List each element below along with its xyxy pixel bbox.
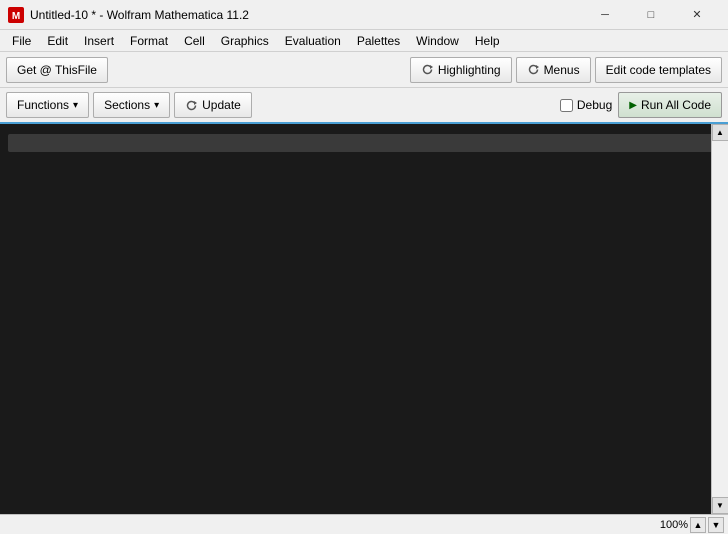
menu-graphics[interactable]: Graphics xyxy=(213,30,277,51)
close-button[interactable]: ✕ xyxy=(674,0,720,30)
get-thisfile-label: Get @ ThisFile xyxy=(17,63,97,77)
main-content-area: ▲ ▼ xyxy=(0,124,728,514)
zoom-level: 100% xyxy=(660,519,688,531)
menu-palettes[interactable]: Palettes xyxy=(349,30,408,51)
zoom-up-button[interactable]: ▲ xyxy=(690,517,706,533)
refresh-icon-2 xyxy=(527,63,540,76)
maximize-button[interactable]: □ xyxy=(628,0,674,30)
minimize-button[interactable]: ─ xyxy=(582,0,628,30)
sections-button[interactable]: Sections xyxy=(93,92,170,118)
sections-label: Sections xyxy=(104,98,150,112)
update-button[interactable]: Update xyxy=(174,92,252,118)
title-bar: M Untitled-10 * - Wolfram Mathematica 11… xyxy=(0,0,728,30)
menu-insert[interactable]: Insert xyxy=(76,30,122,51)
toolbar-1: Get @ ThisFile Highlighting Menus Edit c… xyxy=(0,52,728,88)
window-controls: ─ □ ✕ xyxy=(582,0,720,30)
edit-code-templates-label: Edit code templates xyxy=(606,63,711,77)
scroll-track[interactable] xyxy=(712,141,728,497)
window-title: Untitled-10 * - Wolfram Mathematica 11.2 xyxy=(30,8,582,22)
menus-label: Menus xyxy=(544,63,580,77)
svg-text:M: M xyxy=(12,11,20,22)
highlighting-button[interactable]: Highlighting xyxy=(410,57,512,83)
menu-edit[interactable]: Edit xyxy=(39,30,76,51)
menu-help[interactable]: Help xyxy=(467,30,508,51)
get-thisfile-button[interactable]: Get @ ThisFile xyxy=(6,57,108,83)
scroll-down-button[interactable]: ▼ xyxy=(712,497,728,514)
menu-cell[interactable]: Cell xyxy=(176,30,213,51)
menu-bar: File Edit Insert Format Cell Graphics Ev… xyxy=(0,30,728,52)
debug-area: Debug xyxy=(560,98,612,112)
menu-window[interactable]: Window xyxy=(408,30,467,51)
app-icon: M xyxy=(8,7,24,23)
vertical-scrollbar[interactable]: ▲ ▼ xyxy=(711,124,728,514)
debug-checkbox[interactable] xyxy=(560,99,573,112)
run-all-code-label: Run All Code xyxy=(641,98,711,112)
status-bar: 100% ▲ ▼ xyxy=(0,514,728,534)
scroll-up-button[interactable]: ▲ xyxy=(712,124,728,141)
update-label: Update xyxy=(202,98,241,112)
run-all-code-button[interactable]: ▶ Run All Code xyxy=(618,92,722,118)
run-arrow-icon: ▶ xyxy=(629,100,637,111)
toolbar-2: Functions Sections Update Debug ▶ Run Al… xyxy=(0,88,728,124)
menu-file[interactable]: File xyxy=(4,30,39,51)
zoom-area: 100% ▲ ▼ xyxy=(660,517,724,533)
debug-label: Debug xyxy=(577,98,612,112)
menus-button[interactable]: Menus xyxy=(516,57,591,83)
update-icon xyxy=(185,99,198,112)
toolbar2-right: Debug ▶ Run All Code xyxy=(560,92,722,118)
refresh-icon xyxy=(421,63,434,76)
functions-label: Functions xyxy=(17,98,69,112)
menu-format[interactable]: Format xyxy=(122,30,176,51)
content-header-bar xyxy=(8,134,720,152)
zoom-down-button[interactable]: ▼ xyxy=(708,517,724,533)
menu-evaluation[interactable]: Evaluation xyxy=(277,30,349,51)
functions-button[interactable]: Functions xyxy=(6,92,89,118)
edit-code-templates-button[interactable]: Edit code templates xyxy=(595,57,722,83)
highlighting-label: Highlighting xyxy=(438,63,501,77)
